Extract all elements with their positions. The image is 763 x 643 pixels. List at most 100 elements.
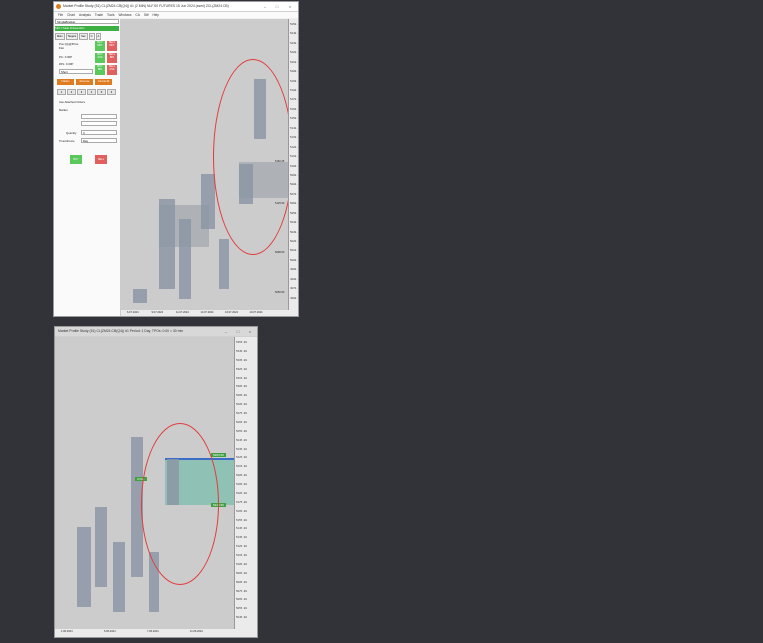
close-icon[interactable]: ×: [285, 2, 295, 11]
menu-item[interactable]: Trade: [95, 13, 103, 17]
order-tab[interactable]: A: [95, 33, 102, 40]
sell-bid-button[interactable]: SELL BID: [107, 53, 117, 63]
buy-button[interactable]: BUY: [70, 155, 82, 164]
price-tick: 5190.00: [290, 79, 298, 83]
price-tick: 5250.00: [290, 23, 298, 26]
menu-item[interactable]: Analysis: [79, 13, 91, 17]
order-type-select[interactable]: Short: [59, 69, 93, 74]
qty-button[interactable]: 5: [97, 89, 106, 95]
maximize-icon[interactable]: □: [272, 2, 282, 11]
time-tick: 14.07.2024: [200, 311, 214, 314]
buy-mkt-button[interactable]: BUY MKT: [95, 41, 105, 51]
order-tab[interactable]: Main: [55, 33, 65, 40]
qty-button[interactable]: 2: [67, 89, 76, 95]
order-tab[interactable]: Sec: [79, 33, 88, 40]
top-profile: [159, 199, 175, 289]
price-tick: 5240.00: [290, 32, 298, 36]
cancel-all-button[interactable]: Cancel All: [95, 79, 112, 85]
top-chart-area[interactable]: 5250.00 5240.00 5230.00 5220.00 5210.00 5200.…: [121, 19, 298, 310]
menu-item[interactable]: File: [58, 13, 63, 17]
price-tick: 5170.00: [290, 98, 298, 102]
price-field-1[interactable]: [81, 114, 117, 119]
bottom-chart-area[interactable]: CVA1 5284.50 5220.50 5355.00 5345.00 5335.…: [55, 337, 257, 629]
price-tick: 5335.00: [236, 358, 247, 362]
tif-label: TimeInForce: [59, 139, 75, 143]
minimize-icon[interactable]: –: [221, 327, 231, 336]
price-tick: 4960.00: [290, 296, 298, 300]
close-icon[interactable]: ×: [245, 327, 255, 336]
reverse-button[interactable]: Reverse: [76, 79, 93, 85]
price-tick: 5085.00: [236, 580, 247, 584]
account-select[interactable]: SimpleBracket: [55, 19, 119, 24]
flatten-button[interactable]: Flatten: [57, 79, 74, 85]
bottom-price-axis[interactable]: 5355.00 5345.00 5335.00 5325.00 5315.00 5305.…: [234, 337, 257, 629]
qty-button[interactable]: 6: [107, 89, 116, 95]
top-profile: [133, 289, 147, 303]
menu-item[interactable]: Stif: [144, 13, 149, 17]
bottom-window-title: Market Profile Study (51) CL(ZM24.CB(Q4)…: [58, 329, 184, 333]
price-tick: 5205.00: [236, 474, 247, 478]
qty-button[interactable]: 1: [57, 89, 66, 95]
menu-item[interactable]: CA: [135, 13, 139, 17]
tif-select[interactable]: Day: [81, 138, 117, 143]
price-tick: 4980.00: [290, 277, 298, 281]
quantity-field[interactable]: 4: [81, 130, 117, 135]
price-tick: 5040.00: [290, 221, 298, 225]
time-tick: 6.07.2024: [127, 311, 139, 314]
buy-bid-button[interactable]: BUY BID: [95, 65, 105, 75]
level-label: 5125.50: [275, 202, 285, 205]
time-tick: 5.06.2024: [104, 630, 116, 633]
va-high-label: 5284.50: [211, 453, 226, 457]
price-tick: 5130.00: [290, 136, 298, 140]
qty-button[interactable]: 3: [77, 89, 86, 95]
order-tab[interactable]: Targets: [65, 33, 79, 40]
pl-label: P/L: 0.00P: [59, 55, 73, 59]
price-tick: 5090.00: [290, 173, 298, 177]
price-tick: 4970.00: [290, 287, 298, 291]
order-panel: SimpleBracket SIM 1 Trade ID Execution M…: [54, 19, 121, 316]
sell-ask-button[interactable]: SELL ASK: [107, 65, 117, 75]
price-tick: 5020.00: [290, 239, 298, 243]
time-tick: 1.06.2024: [61, 630, 73, 633]
price-tick: 5180.00: [290, 89, 298, 93]
annotation-ellipse: [141, 423, 219, 585]
menu-item[interactable]: Help: [152, 13, 159, 17]
use-attached-label[interactable]: Use Attached Orders: [59, 100, 85, 104]
top-menubar: File Chart Analysis Trade Tools Windows CA Stif…: [54, 12, 298, 18]
level-label: 5098.00: [275, 251, 285, 254]
price-tick: 5120.00: [290, 145, 298, 149]
menu-item[interactable]: Tools: [107, 13, 114, 17]
price-tick: 5100.00: [290, 164, 298, 168]
price-tick: 5245.00: [236, 438, 247, 442]
maximize-icon[interactable]: □: [233, 327, 243, 336]
price-tick: 5345.00: [236, 349, 247, 353]
menu-item[interactable]: Chart: [67, 13, 75, 17]
price-tick: 5165.00: [236, 509, 247, 513]
sell-button[interactable]: SELL: [95, 155, 107, 164]
top-window-titlebar[interactable]: Market Profile Study (51) CL(ZM24.CB(Q4)…: [54, 2, 298, 12]
quantity-label: Quantity: [66, 131, 77, 135]
price-tick: 5105.00: [236, 562, 247, 566]
top-profile: [179, 219, 191, 299]
sell-mkt-button[interactable]: SELL MKT: [107, 41, 117, 51]
price-tick: 5140.00: [290, 126, 298, 130]
buy-ask-button[interactable]: BUY ASK: [95, 53, 105, 63]
price-tick: 5265.00: [236, 420, 247, 424]
price-tick: 5065.00: [236, 598, 247, 602]
minimize-icon[interactable]: –: [260, 2, 270, 11]
price-tick: 5145.00: [236, 527, 247, 531]
price-tick: 5235.00: [236, 447, 247, 451]
order-tab[interactable]: C: [88, 33, 95, 40]
price-tick: 5355.00: [236, 341, 247, 344]
price-tick: 5255.00: [236, 429, 247, 433]
top-price-axis[interactable]: 5250.00 5240.00 5230.00 5220.00 5210.00 5200.…: [288, 19, 298, 310]
price-field-2[interactable]: [81, 121, 117, 126]
price-tick: 5150.00: [290, 117, 298, 121]
qty-button[interactable]: 4: [87, 89, 96, 95]
price-tick: 5275.00: [236, 412, 247, 415]
bottom-window-titlebar[interactable]: Market Profile Study (51) CL(ZM24.CB(Q4)…: [55, 327, 257, 337]
price-tick: 5115.00: [236, 554, 247, 557]
price-tick: 5050.00: [290, 211, 298, 215]
price-tick: 5230.00: [290, 41, 298, 45]
menu-item[interactable]: Windows: [118, 13, 131, 17]
